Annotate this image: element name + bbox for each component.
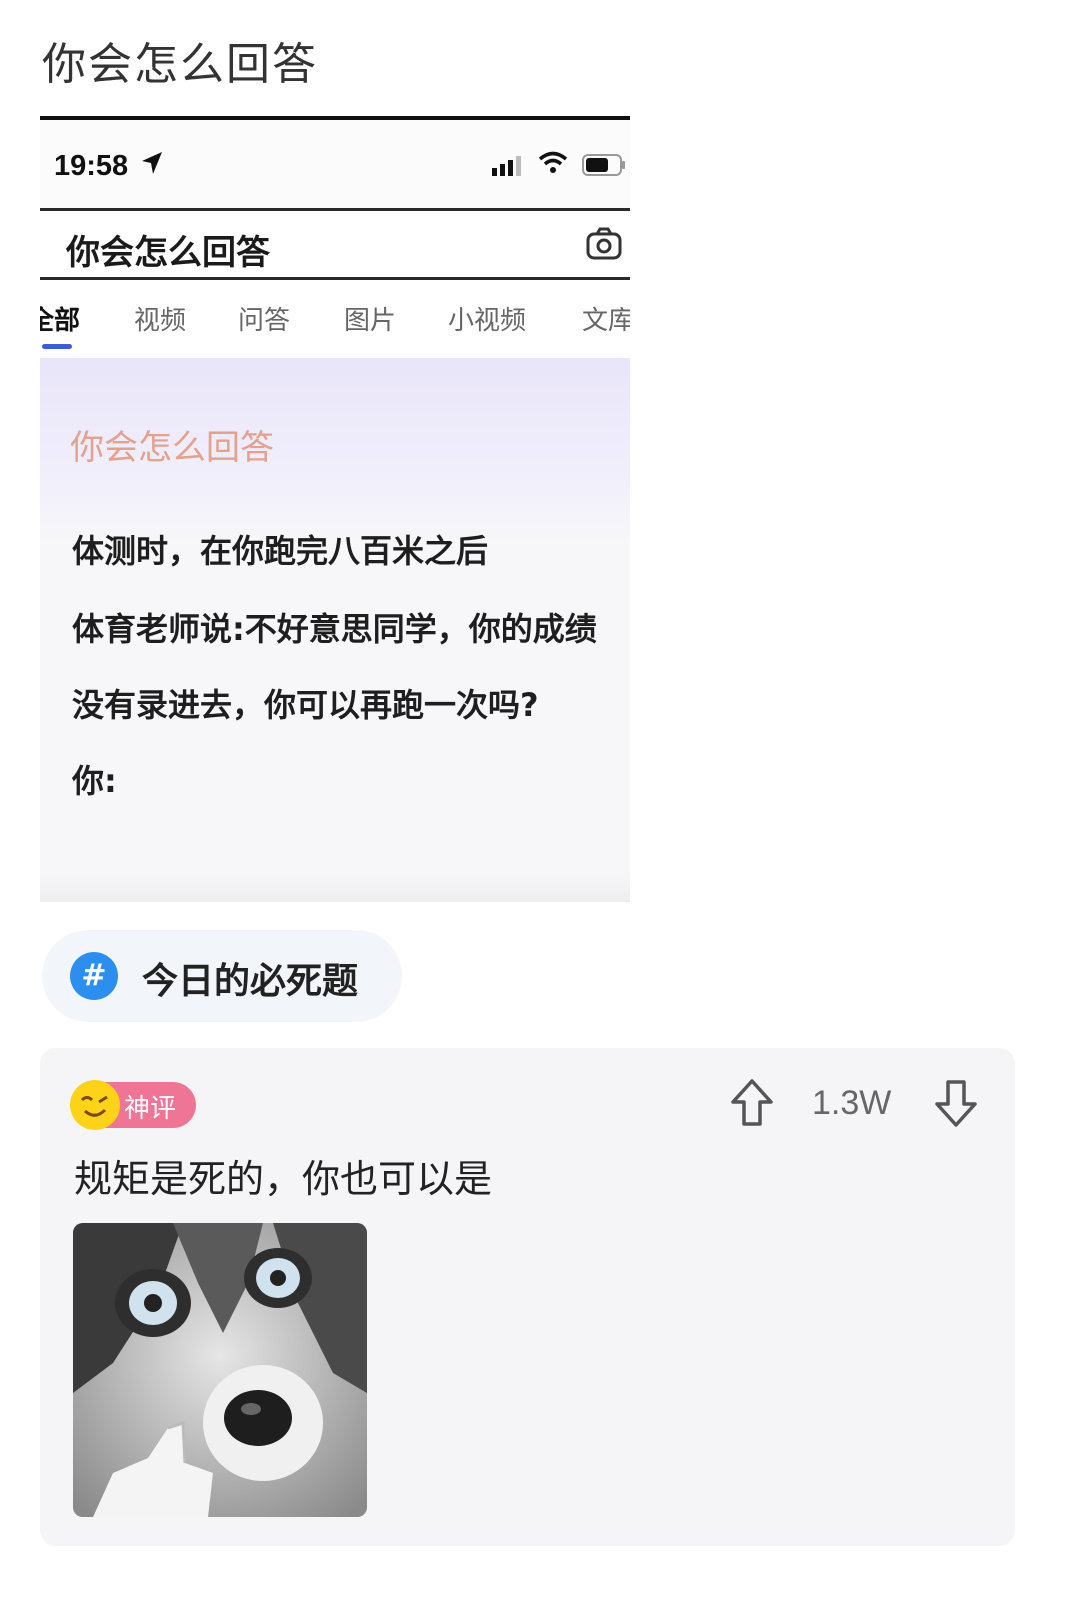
question-line: 你: [72, 762, 117, 800]
meme-image[interactable] [73, 1223, 367, 1517]
comment-text: 规矩是死的，你也可以是 [74, 1157, 493, 1201]
upvote-icon[interactable] [730, 1078, 774, 1128]
status-bar: 19:58 [40, 120, 630, 210]
embedded-screenshot: 19:58 你会怎么回答 全部 视频 问答 图片 小视频 文库 你会怎么回答 体… [40, 116, 630, 902]
question-title: 你会怎么回答 [70, 428, 274, 468]
camera-icon[interactable] [586, 227, 622, 261]
hashtag-icon: # [70, 952, 118, 1000]
search-tabs: 全部 视频 问答 图片 小视频 文库 [40, 280, 630, 358]
hot-comment-badge: 神评 [70, 1080, 196, 1130]
top-comment-card: 神评 1.3W 规矩是死的，你也可以是 [40, 1048, 1015, 1546]
tab-library[interactable]: 文库 [582, 300, 630, 337]
tab-all[interactable]: 全部 [40, 300, 80, 337]
signal-icon [492, 156, 521, 176]
tab-images[interactable]: 图片 [344, 300, 396, 337]
question-line: 体测时，在你跑完八百米之后 [72, 532, 489, 570]
smiley-icon [70, 1080, 120, 1130]
tab-short-video[interactable]: 小视频 [448, 300, 526, 337]
husky-meme-icon [73, 1223, 367, 1517]
topic-label: 今日的必死题 [142, 961, 359, 1002]
question-line: 没有录进去，你可以再跑一次吗? [72, 686, 539, 724]
question-content: 你会怎么回答 体测时，在你跑完八百米之后 体育老师说:不好意思同学，你的成绩 没… [40, 358, 630, 902]
active-tab-indicator [42, 344, 72, 349]
status-time: 19:58 [54, 150, 129, 182]
search-bar[interactable]: 你会怎么回答 [40, 208, 630, 280]
tab-qa[interactable]: 问答 [238, 300, 290, 337]
topic-tag[interactable]: # 今日的必死题 [42, 930, 402, 1022]
battery-icon [582, 154, 625, 176]
badge-label: 神评 [124, 1094, 177, 1124]
tab-video[interactable]: 视频 [134, 300, 186, 337]
location-arrow-icon [142, 152, 162, 174]
search-query[interactable]: 你会怎么回答 [66, 225, 270, 274]
downvote-icon[interactable] [934, 1078, 978, 1128]
bottom-fade [40, 872, 630, 902]
question-line: 体育老师说:不好意思同学，你的成绩 [72, 610, 597, 648]
wifi-icon [538, 151, 568, 173]
post-title: 你会怎么回答 [42, 39, 318, 90]
vote-count: 1.3W [812, 1084, 892, 1122]
